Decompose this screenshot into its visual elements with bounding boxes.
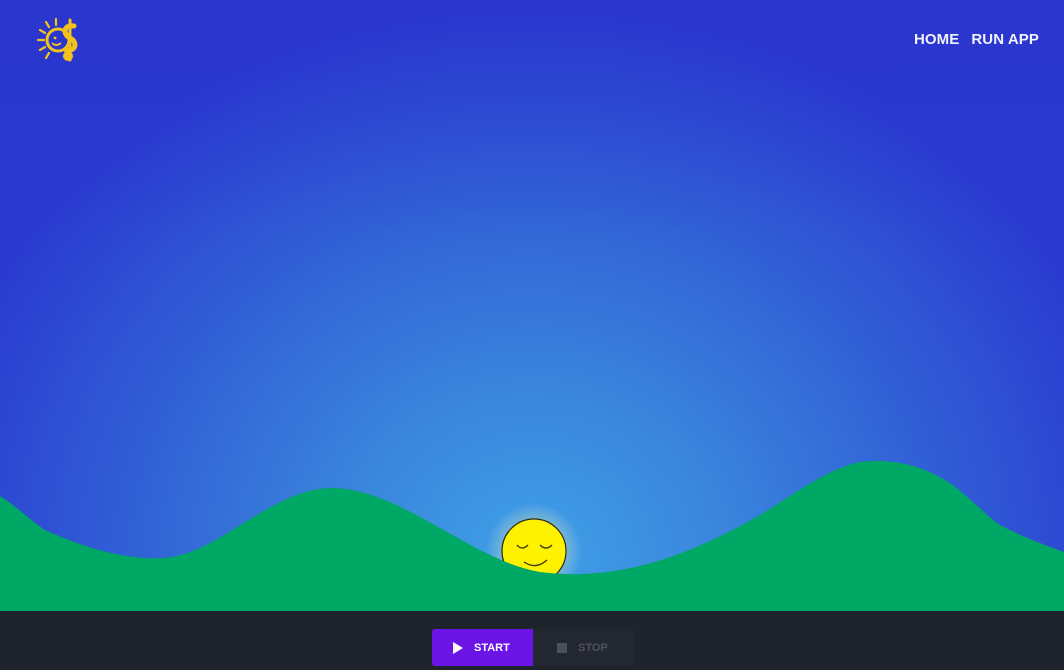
stop-icon [557,642,567,653]
start-button-label: START [474,641,510,654]
sun-dollar-logo-icon[interactable] [34,16,84,66]
app-screen: HOME RUN APP START STOP [0,0,1064,670]
stop-button[interactable]: STOP [533,629,634,666]
top-nav: HOME RUN APP [914,31,1039,48]
play-icon [453,641,463,654]
control-bar: START STOP [0,611,1064,670]
stop-button-label: STOP [578,641,608,654]
start-button[interactable]: START [432,629,533,666]
nav-home-link[interactable]: HOME [914,31,959,48]
nav-run-app-link[interactable]: RUN APP [971,31,1039,48]
landscape-scene [0,460,1064,611]
